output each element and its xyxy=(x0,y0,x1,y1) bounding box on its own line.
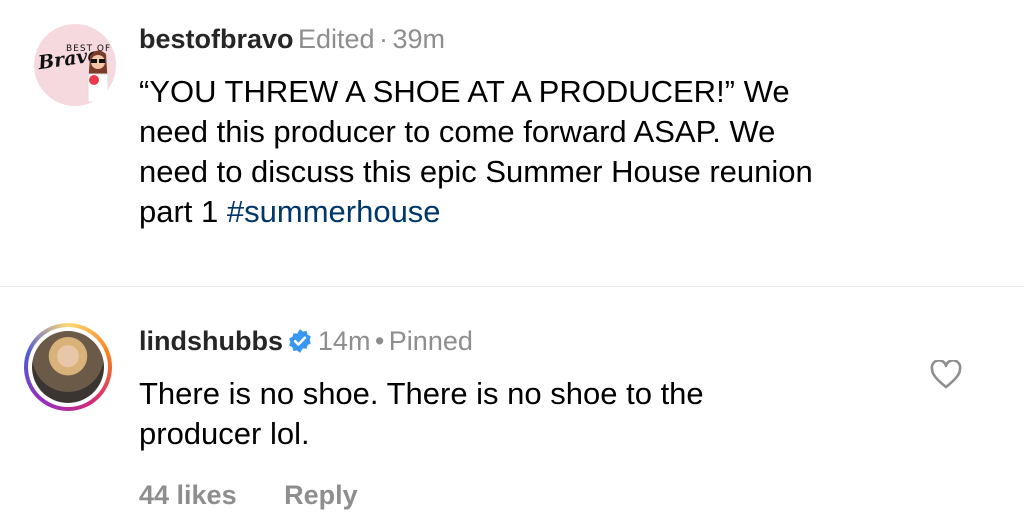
divider xyxy=(0,286,1024,287)
reply-button[interactable]: Reply xyxy=(284,480,358,510)
comment-text-prefix: part 1 xyxy=(139,194,227,229)
hashtag-link[interactable]: #summerhouse xyxy=(227,194,441,229)
comment-line-last: part 1 #summerhouse xyxy=(139,192,813,232)
timestamp: 39m xyxy=(392,24,445,54)
avatar-bestofbravo[interactable]: BEST OF Bravo xyxy=(34,24,116,106)
avatar-illustration-icon xyxy=(87,50,109,102)
comment-line: “YOU THREW A SHOE AT A PRODUCER!” We xyxy=(139,74,790,109)
separator-dot: · xyxy=(379,24,388,54)
pinned-label: Pinned xyxy=(388,326,473,356)
heart-icon[interactable] xyxy=(930,360,962,390)
comment-line: producer lol. xyxy=(139,416,310,451)
likes-count[interactable]: 44 likes xyxy=(139,480,237,510)
username-bestofbravo[interactable]: bestofbravo xyxy=(139,24,294,54)
verified-badge-icon xyxy=(289,329,312,353)
timestamp: 14m xyxy=(317,326,371,356)
username-lindshubbs[interactable]: lindshubbs xyxy=(139,326,283,356)
profile-photo xyxy=(32,331,104,403)
comment-body: “YOU THREW A SHOE AT A PRODUCER!” We nee… xyxy=(139,72,813,232)
avatar-lindshubbs[interactable] xyxy=(24,323,112,411)
comment-line: need this producer to come forward ASAP.… xyxy=(139,114,776,149)
comment-header: lindshubbs 14m • Pinned xyxy=(139,326,473,357)
comment-header: bestofbravo Edited · 39m xyxy=(139,24,445,55)
comment-line: There is no shoe. There is no shoe to th… xyxy=(139,376,704,411)
comment-footer: 44 likes Reply xyxy=(139,480,358,511)
comment-line: need to discuss this epic Summer House r… xyxy=(139,154,813,189)
edited-label: Edited xyxy=(297,24,375,54)
comment-body: There is no shoe. There is no shoe to th… xyxy=(139,374,704,454)
separator-dot: • xyxy=(374,326,385,356)
